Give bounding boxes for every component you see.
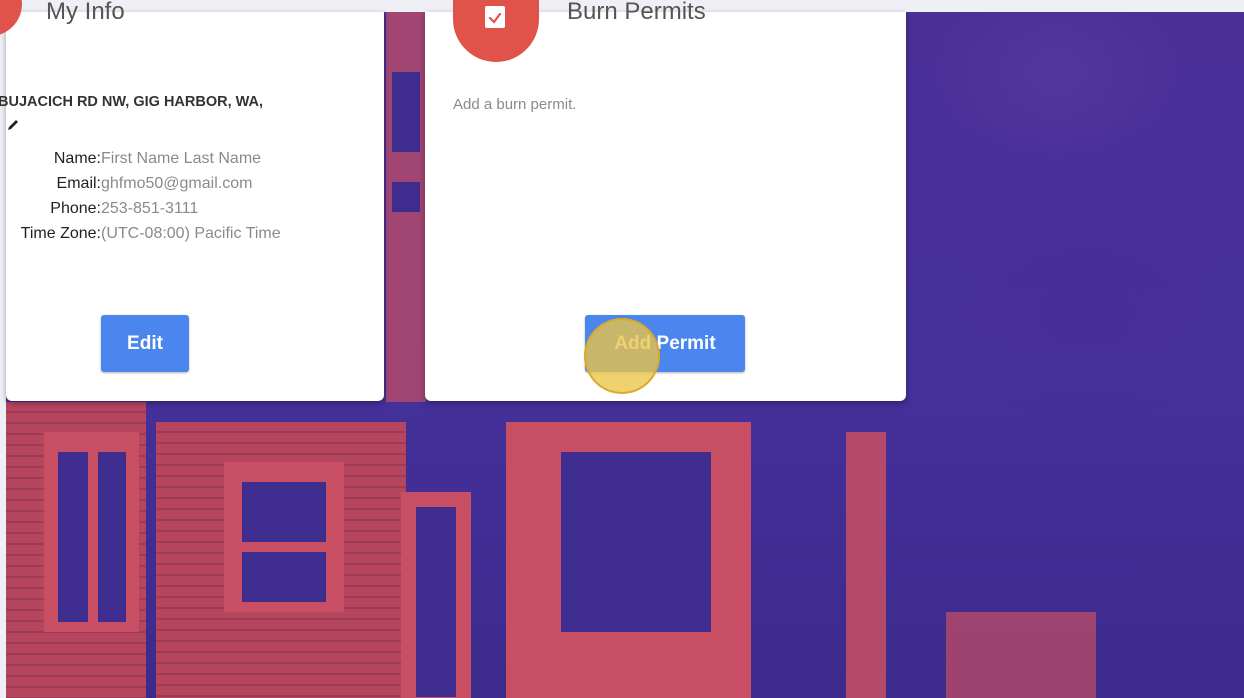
timezone-row: Time Zone: (UTC-08:00) Pacific Time [6,225,384,247]
name-label: Name: [53,150,101,167]
burn-permits-title: Burn Permits [567,0,706,25]
email-value: ghfmo50@gmail.com [101,175,253,192]
phone-value: 253-851-3111 [101,200,199,217]
edit-button[interactable]: Edit [101,315,189,372]
my-info-card: My Info BUJACICH RD NW, GIG HARBOR, WA, … [0,0,384,401]
cursor-click-highlight [584,318,660,394]
pencil-icon[interactable] [6,118,20,132]
phone-row: Phone: 253-851-3111 [6,200,384,222]
email-row: Email: ghfmo50@gmail.com [6,175,384,197]
burn-permit-description: Add a burn permit. [453,96,577,113]
my-info-title: My Info [46,0,125,25]
address-line: BUJACICH RD NW, GIG HARBOR, WA, [0,94,264,110]
user-avatar-icon [0,0,22,36]
timezone-value: (UTC-08:00) Pacific Time [101,225,281,242]
phone-label: Phone: [50,200,101,217]
email-label: Email: [56,175,101,192]
name-value: First Name Last Name [101,150,262,167]
clipboard-check-icon [482,2,508,30]
burn-permit-icon-circle [453,0,539,62]
burn-permits-card: Burn Permits Add a burn permit. Add Perm… [425,0,906,401]
name-row: Name: First Name Last Name [6,150,384,172]
timezone-label: Time Zone: [20,225,101,242]
